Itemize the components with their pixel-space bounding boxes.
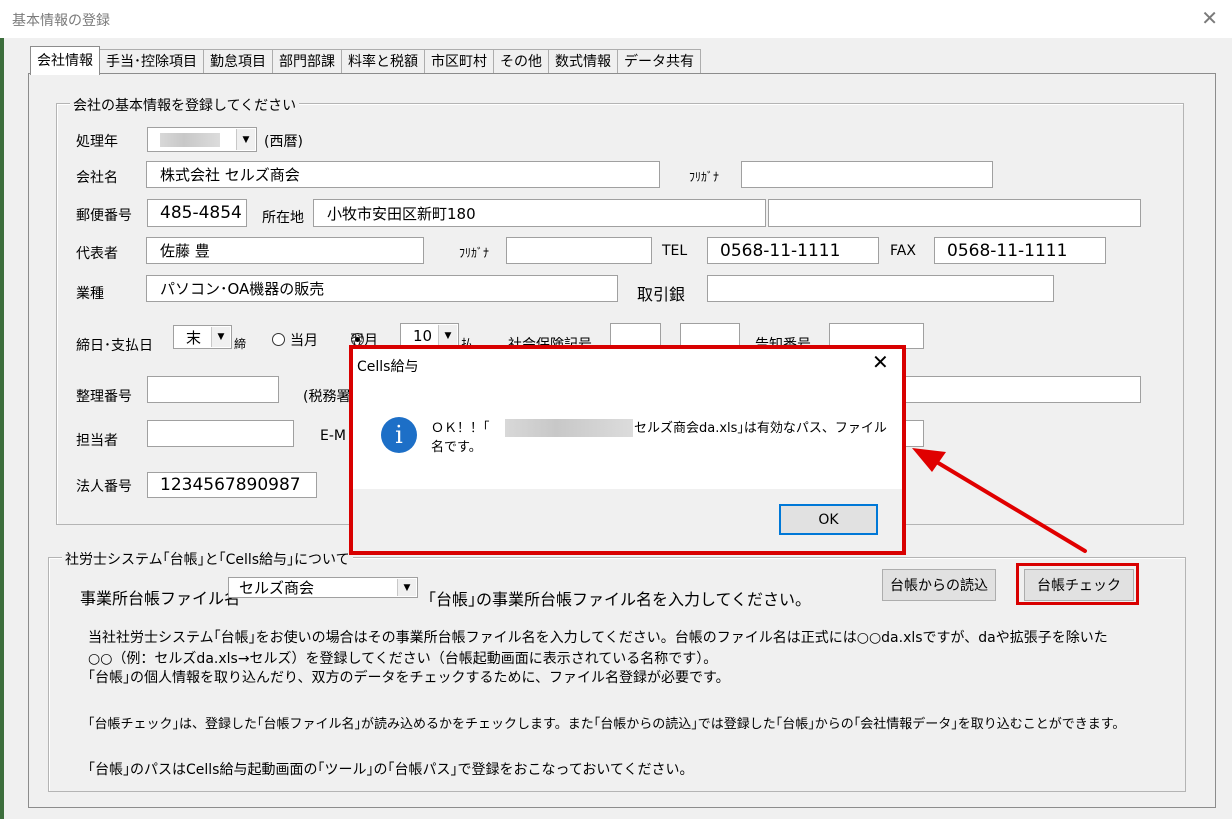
annotation-arrow <box>912 448 1087 553</box>
